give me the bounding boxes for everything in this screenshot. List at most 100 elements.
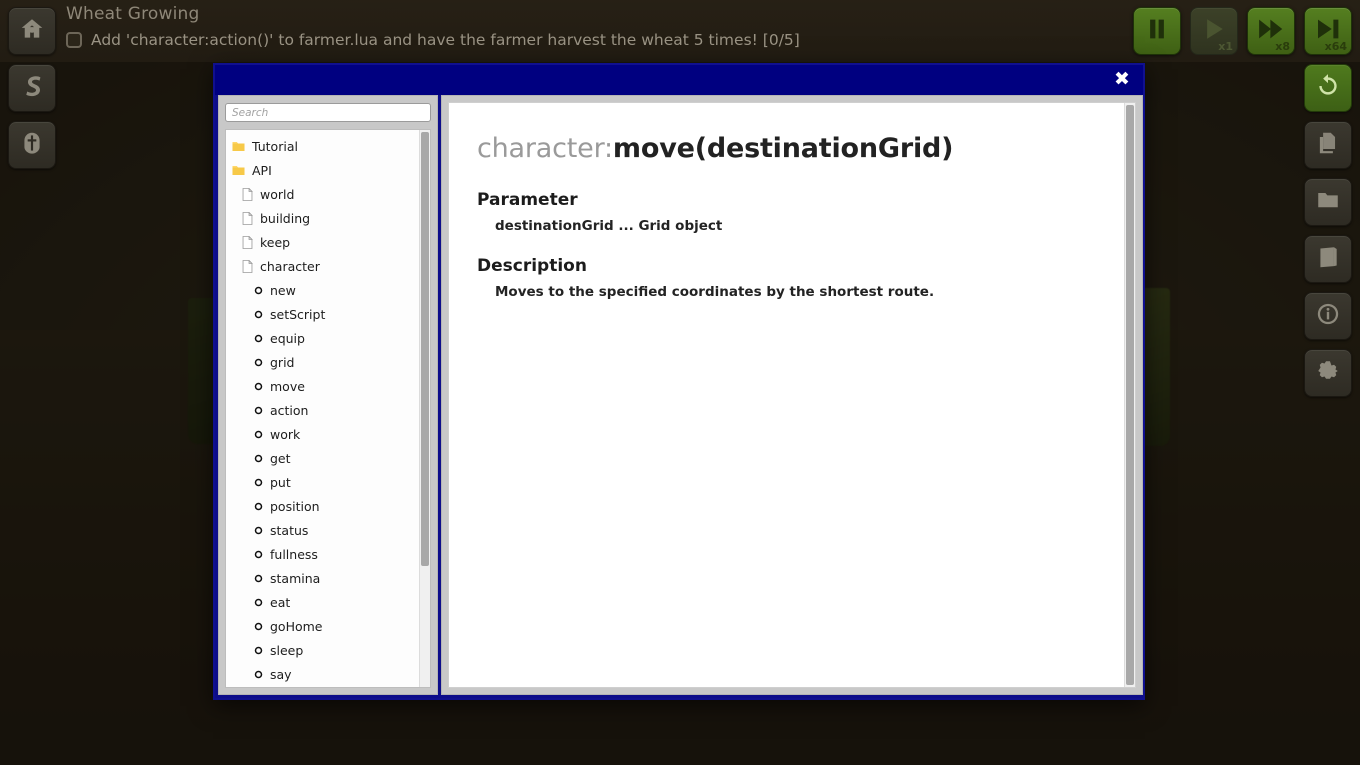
tree-item-label: put <box>270 475 291 490</box>
method-icon <box>254 406 263 415</box>
tree-item-eat[interactable]: eat <box>230 590 419 614</box>
home-button[interactable] <box>8 7 56 55</box>
tree-item-sleep[interactable]: sleep <box>230 638 419 662</box>
method-icon <box>254 454 263 463</box>
tree-item-grid[interactable]: grid <box>230 350 419 374</box>
gear-icon <box>1315 358 1341 388</box>
file-icon <box>242 260 253 273</box>
home-icon <box>19 16 45 46</box>
restart-button[interactable] <box>1304 64 1352 112</box>
method-icon <box>254 574 263 583</box>
file-icon <box>242 188 253 201</box>
method-icon <box>254 478 263 487</box>
folder-button[interactable] <box>1304 178 1352 226</box>
tree-item-character[interactable]: character <box>230 254 419 278</box>
content-inner: character:move(destinationGrid) Paramete… <box>448 102 1136 688</box>
tree-item-status[interactable]: status <box>230 518 419 542</box>
objective-text: Add 'character:action()' to farmer.lua a… <box>91 31 800 49</box>
method-icon <box>254 670 263 679</box>
content-scroll-thumb[interactable] <box>1126 105 1134 685</box>
method-icon <box>254 646 263 655</box>
tree-item-new[interactable]: new <box>230 278 419 302</box>
content-scrollbar[interactable] <box>1124 103 1135 687</box>
restart-icon <box>1315 73 1341 103</box>
method-icon <box>254 598 263 607</box>
tree-item-fullness[interactable]: fullness <box>230 542 419 566</box>
method-icon <box>254 286 263 295</box>
tree-item-label: goHome <box>270 619 323 634</box>
tree-item-say[interactable]: say <box>230 662 419 686</box>
unit-button[interactable] <box>8 121 56 169</box>
tree-item-gohome[interactable]: goHome <box>230 614 419 638</box>
folder-icon <box>232 141 245 152</box>
objective-row: Add 'character:action()' to farmer.lua a… <box>66 31 800 49</box>
skip-button[interactable]: x64 <box>1304 7 1352 55</box>
tree-item-label: status <box>270 523 308 538</box>
info-button[interactable] <box>1304 292 1352 340</box>
pause-button[interactable] <box>1133 7 1181 55</box>
skip-speed-label: x64 <box>1325 40 1347 53</box>
dialog-body: Tutorial API world building keep character new… <box>215 95 1143 698</box>
dialog-titlebar: ✖ <box>215 65 1143 95</box>
objective-checkbox[interactable] <box>66 32 82 48</box>
tree-item-get[interactable]: get <box>230 446 419 470</box>
method-icon <box>254 430 263 439</box>
tree-item-label: character <box>260 259 320 274</box>
api-namespace: character: <box>477 133 613 164</box>
play-button[interactable]: x1 <box>1190 7 1238 55</box>
path-button[interactable] <box>8 64 56 112</box>
api-content-panel: character:move(destinationGrid) Paramete… <box>441 95 1143 695</box>
tree-item-api[interactable]: API <box>230 158 419 182</box>
tree-item-label: keep <box>260 235 290 250</box>
tree-scrollbar[interactable] <box>419 130 430 687</box>
helmet-icon <box>19 130 45 160</box>
description-text: Moves to the specified coordinates by th… <box>477 284 1124 300</box>
tree-item-position[interactable]: position <box>230 494 419 518</box>
play-speed-label: x1 <box>1218 40 1233 53</box>
close-icon[interactable]: ✖ <box>1110 66 1134 92</box>
pause-icon <box>1142 14 1172 48</box>
tree-item-setscript[interactable]: setScript <box>230 302 419 326</box>
tree-item-move[interactable]: move <box>230 374 419 398</box>
tree-item-label: world <box>260 187 294 202</box>
search-input[interactable] <box>225 103 431 122</box>
copy-icon <box>1315 130 1341 160</box>
documentation-dialog: ✖ Tutorial API world building keep character n… <box>213 63 1145 700</box>
info-icon <box>1315 301 1341 331</box>
api-tree-list: Tutorial API world building keep character new… <box>226 130 419 687</box>
tree-item-work[interactable]: work <box>230 422 419 446</box>
tree-item-label: say <box>270 667 292 682</box>
api-signature: move(destinationGrid) <box>613 133 953 164</box>
method-icon <box>254 622 263 631</box>
tree-item-label: setScript <box>270 307 325 322</box>
tree-item-keep[interactable]: keep <box>230 230 419 254</box>
tree-scroll-thumb[interactable] <box>421 132 429 566</box>
fast-forward-button[interactable]: x8 <box>1247 7 1295 55</box>
tree-item-building[interactable]: building <box>230 206 419 230</box>
method-icon <box>254 526 263 535</box>
tree-item-action[interactable]: action <box>230 398 419 422</box>
method-icon <box>254 502 263 511</box>
tree-item-label: action <box>270 403 308 418</box>
path-icon <box>19 73 45 103</box>
tree-item-stamina[interactable]: stamina <box>230 566 419 590</box>
folder-icon <box>1315 187 1341 217</box>
file-icon <box>242 212 253 225</box>
book-button[interactable] <box>1304 235 1352 283</box>
tree-item-equip[interactable]: equip <box>230 326 419 350</box>
folder-icon <box>232 165 245 176</box>
method-icon <box>254 310 263 319</box>
settings-button[interactable] <box>1304 349 1352 397</box>
copy-button[interactable] <box>1304 121 1352 169</box>
tree-item-label: stamina <box>270 571 320 586</box>
objective-block: Wheat Growing Add 'character:action()' t… <box>66 4 800 49</box>
tree-scroll-wrapper: Tutorial API world building keep character new… <box>225 129 431 688</box>
method-icon <box>254 358 263 367</box>
tree-item-put[interactable]: put <box>230 470 419 494</box>
tree-item-world[interactable]: world <box>230 182 419 206</box>
tree-item-label: sleep <box>270 643 303 658</box>
tree-item-label: Tutorial <box>252 139 298 154</box>
tree-item-tutorial[interactable]: Tutorial <box>230 134 419 158</box>
parameter-text: destinationGrid ... Grid object <box>477 218 1124 234</box>
tree-item-label: get <box>270 451 291 466</box>
